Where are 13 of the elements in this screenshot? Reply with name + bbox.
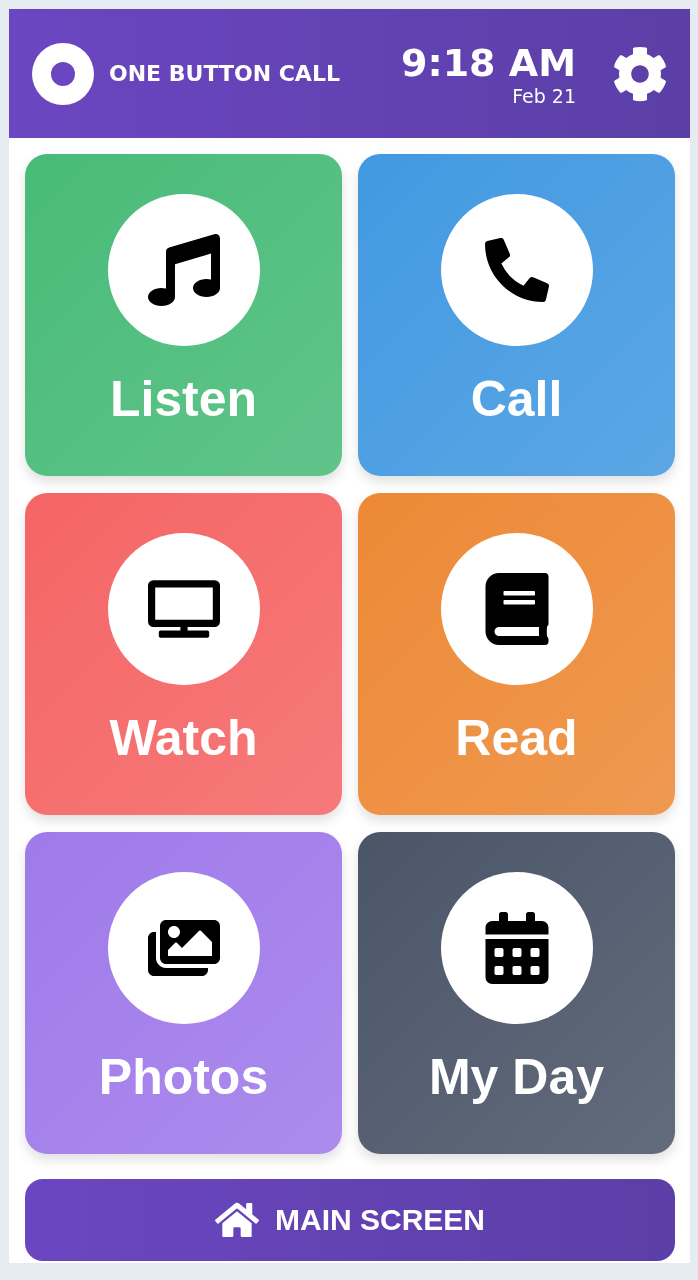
app-tile[interactable]: Photos <box>25 832 342 1154</box>
clock-date: Feb 21 <box>512 84 576 107</box>
phone-icon <box>484 238 549 302</box>
app-tile[interactable]: Read <box>358 493 675 815</box>
app-tile[interactable]: Call <box>358 154 675 476</box>
app-tile[interactable]: Listen <box>25 154 342 476</box>
main-screen-button[interactable]: MAIN SCREEN <box>25 1179 675 1261</box>
app-tile[interactable]: My Day <box>358 832 675 1154</box>
settings-icon[interactable] <box>612 45 668 102</box>
music-note-icon <box>147 234 220 306</box>
app-tile[interactable]: Watch <box>25 493 342 815</box>
app-name: ONE BUTTON CALL <box>109 61 341 86</box>
clock-time: 9:18 AM <box>401 40 576 85</box>
